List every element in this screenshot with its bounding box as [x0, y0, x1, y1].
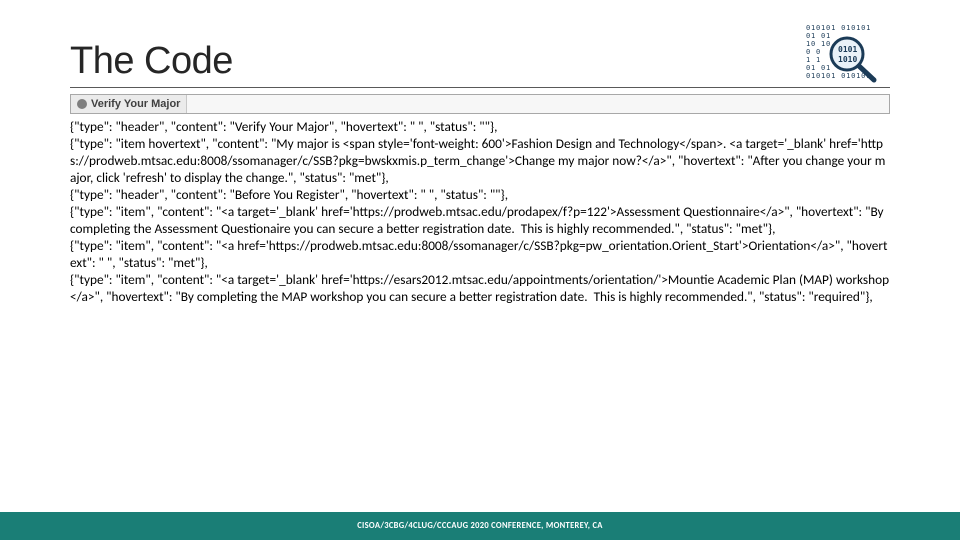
- svg-text:010101 010101: 010101 010101: [806, 72, 871, 80]
- slide-footer: CISOA/3CBG/4CLUG/CCCAUG 2020 CONFERENCE,…: [0, 512, 960, 540]
- svg-text:01 01: 01 01: [806, 32, 831, 40]
- svg-text:010101 010101: 010101 010101: [806, 24, 871, 32]
- svg-text:1010: 1010: [838, 55, 857, 64]
- title-underline: [70, 87, 890, 88]
- svg-text:01 01: 01 01: [806, 64, 831, 72]
- binary-magnifier-icon: 010101 010101 01 01 10 10 0 0 1 1 01 01 …: [804, 22, 890, 92]
- header-strip-spacer: [186, 95, 889, 113]
- footer-text: CISOA/3CBG/4CLUG/CCCAUG 2020 CONFERENCE,…: [357, 521, 603, 531]
- svg-text:10 10: 10 10: [806, 40, 831, 48]
- header-strip-label: Verify Your Major: [91, 98, 180, 110]
- verify-major-header-strip: Verify Your Major: [70, 94, 890, 114]
- svg-text:0101: 0101: [838, 45, 857, 54]
- svg-text:1 1: 1 1: [806, 56, 821, 64]
- svg-text:0 0: 0 0: [806, 48, 821, 56]
- slide-title: The Code: [70, 40, 890, 83]
- code-block: {"type": "header", "content": "Verify Yo…: [70, 118, 890, 305]
- collapse-dot-icon: [77, 99, 87, 109]
